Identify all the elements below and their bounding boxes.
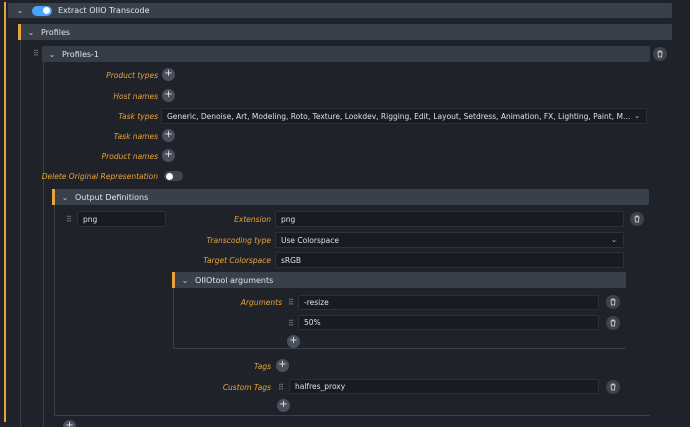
chevron-down-icon[interactable]: ⌄ <box>46 50 58 59</box>
drag-handle-icon[interactable]: ⠿ <box>278 383 284 392</box>
custom-tags-label: Custom Tags <box>222 383 271 392</box>
output-name-value: png <box>83 214 98 224</box>
output-definitions-title: Output Definitions <box>75 192 149 202</box>
add-product-type-button[interactable]: + <box>162 68 175 81</box>
chevron-down-icon[interactable]: ⌄ <box>59 193 71 202</box>
enable-toggle[interactable] <box>32 5 52 16</box>
output-name-field[interactable]: png <box>77 211 166 227</box>
root-header[interactable]: ⌄ Extract OIIO Transcode <box>8 3 672 18</box>
task-types-label: Task types <box>118 112 158 121</box>
oiiotool-header[interactable]: ⌄ OIIOtool arguments <box>175 272 626 288</box>
trash-icon[interactable] <box>606 316 620 330</box>
argument-field-2[interactable]: 50% <box>298 315 599 330</box>
chevron-down-icon: ⌄ <box>611 236 617 244</box>
trash-icon[interactable] <box>606 295 620 309</box>
trash-icon[interactable] <box>606 380 620 394</box>
product-names-label: Product names <box>101 152 158 161</box>
arguments-label: Arguments <box>240 298 282 307</box>
add-argument-button[interactable]: + <box>287 335 300 348</box>
argument-value-2: 50% <box>304 318 321 327</box>
transcoding-type-label: Transcoding type <box>206 236 271 245</box>
chevron-down-icon[interactable]: ⌄ <box>14 6 26 15</box>
argument-value-1: -resize <box>304 298 329 307</box>
drag-handle-icon[interactable]: ⠿ <box>33 49 39 58</box>
root-title: Extract OIIO Transcode <box>58 6 150 15</box>
target-colorspace-label: Target Colorspace <box>203 256 271 265</box>
trash-icon[interactable] <box>653 47 667 61</box>
output-bottom-line <box>54 415 650 416</box>
host-names-label: Host names <box>113 92 158 101</box>
profile-item-header[interactable]: ⌄ Profiles-1 <box>42 46 650 62</box>
target-colorspace-value: sRGB <box>281 255 302 265</box>
oiiotool-bottom-line <box>173 348 626 349</box>
add-output-definition-button[interactable]: + <box>63 420 76 427</box>
chevron-down-icon[interactable]: ⌄ <box>25 28 37 37</box>
chevron-down-icon: ⌄ <box>634 112 640 120</box>
product-types-label: Product types <box>106 71 158 80</box>
profiles-guide-line <box>20 40 21 427</box>
transcoding-type-value: Use Colorspace <box>281 235 339 245</box>
target-colorspace-field[interactable]: sRGB <box>275 252 624 268</box>
add-host-name-button[interactable]: + <box>162 89 175 102</box>
root-accent <box>4 2 6 422</box>
add-product-name-button[interactable]: + <box>162 149 175 162</box>
tags-label: Tags <box>253 362 271 371</box>
custom-tag-value-1: halfres_proxy <box>295 382 346 391</box>
task-names-label: Task names <box>113 132 158 141</box>
toggle-knob <box>43 7 50 14</box>
toggle-knob <box>165 172 173 180</box>
profile-guide-line <box>43 62 44 427</box>
extension-label: Extension <box>234 215 271 224</box>
custom-tag-field-1[interactable]: halfres_proxy <box>289 379 599 394</box>
extension-field[interactable]: png <box>275 211 624 227</box>
trash-icon[interactable] <box>630 212 644 226</box>
oiiotool-guide-line <box>173 288 174 348</box>
drag-handle-icon[interactable]: ⠿ <box>288 298 294 307</box>
profile-item-title: Profiles-1 <box>62 49 100 59</box>
drag-handle-icon[interactable]: ⠿ <box>288 319 294 328</box>
argument-field-1[interactable]: -resize <box>298 295 599 310</box>
add-tag-button[interactable]: + <box>276 359 289 372</box>
chevron-down-icon[interactable]: ⌄ <box>179 276 191 285</box>
output-guide-line <box>54 205 55 415</box>
delete-original-label: Delete Original Representation <box>41 172 158 181</box>
task-types-value: Generic, Denoise, Art, Modeling, Roto, T… <box>167 111 633 121</box>
delete-original-toggle[interactable] <box>164 171 183 181</box>
transcoding-type-select[interactable]: Use Colorspace ⌄ <box>275 232 624 248</box>
profiles-header[interactable]: ⌄ Profiles <box>21 24 672 40</box>
output-definitions-header[interactable]: ⌄ Output Definitions <box>55 189 649 205</box>
extension-value: png <box>281 214 296 224</box>
oiiotool-title: OIIOtool arguments <box>195 275 274 285</box>
task-types-select[interactable]: Generic, Denoise, Art, Modeling, Roto, T… <box>161 108 647 124</box>
add-task-name-button[interactable]: + <box>162 129 175 142</box>
drag-handle-icon[interactable]: ⠿ <box>66 215 72 224</box>
add-custom-tag-button[interactable]: + <box>277 399 290 412</box>
profiles-title: Profiles <box>41 27 71 37</box>
